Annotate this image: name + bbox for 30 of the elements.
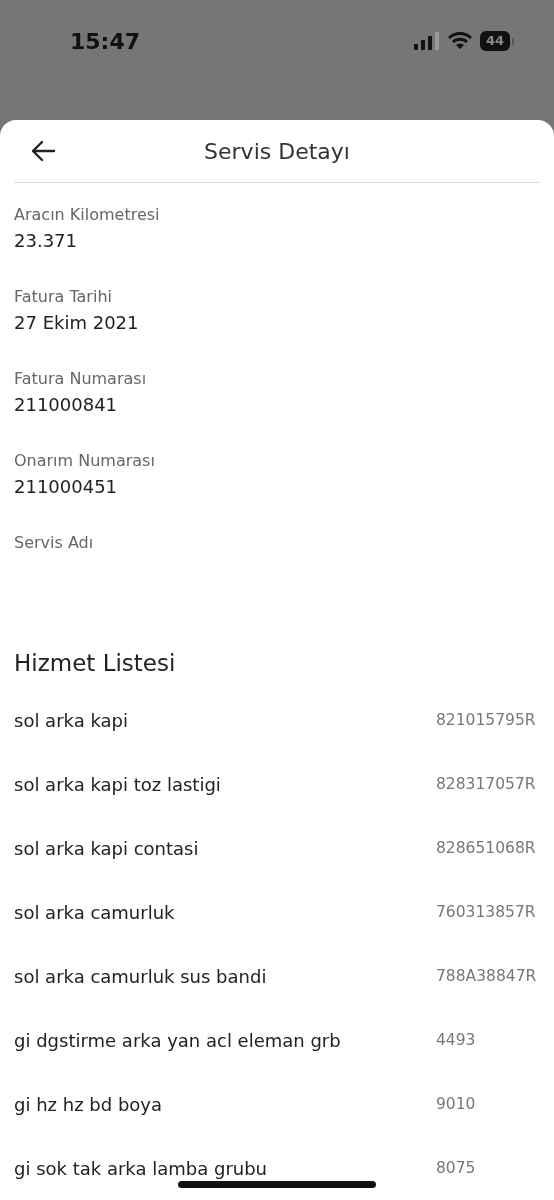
field-label: Fatura Tarihi bbox=[14, 287, 113, 306]
wifi-icon bbox=[447, 32, 472, 50]
service-name: gi sok tak arka lamba grubu bbox=[14, 1157, 269, 1179]
service-name: sol arka kapi bbox=[14, 709, 129, 731]
status-time: 15:47 bbox=[70, 28, 141, 54]
field-value: 23.371 bbox=[14, 230, 78, 251]
signal-icon bbox=[413, 32, 440, 50]
field-label: Onarım Numarası bbox=[14, 451, 156, 470]
field-label: Servis Adı bbox=[14, 533, 95, 552]
part-code: 760313857R bbox=[436, 903, 537, 921]
service-name: sol arka kapi contasi bbox=[14, 837, 200, 859]
service-name: sol arka camurluk sus bandi bbox=[14, 965, 268, 987]
field-label: Fatura Numarası bbox=[14, 369, 148, 388]
part-code: 828651068R bbox=[436, 839, 537, 857]
sheet-title: Servis Detayı bbox=[204, 138, 350, 164]
part-code: 828317057R bbox=[436, 775, 537, 793]
section-heading: Hizmet Listesi bbox=[14, 650, 177, 676]
field-value: 211000451 bbox=[14, 476, 119, 497]
part-code: 821015795R bbox=[436, 711, 537, 729]
service-name: gi dgstirme arka yan acl eleman grb bbox=[14, 1029, 342, 1051]
service-name: gi hz hz bd boya bbox=[14, 1093, 163, 1115]
field-value: 27 Ekim 2021 bbox=[14, 312, 140, 333]
field-label: Aracın Kilometresi bbox=[14, 205, 161, 224]
part-code: 4493 bbox=[436, 1031, 477, 1049]
service-name: sol arka camurluk bbox=[14, 901, 176, 923]
service-name: sol arka kapi toz lastigi bbox=[14, 773, 222, 795]
field-value: 211000841 bbox=[14, 394, 119, 415]
part-code: 9010 bbox=[436, 1095, 477, 1113]
part-code: 788A38847R bbox=[436, 967, 538, 985]
part-code: 8075 bbox=[436, 1159, 477, 1177]
